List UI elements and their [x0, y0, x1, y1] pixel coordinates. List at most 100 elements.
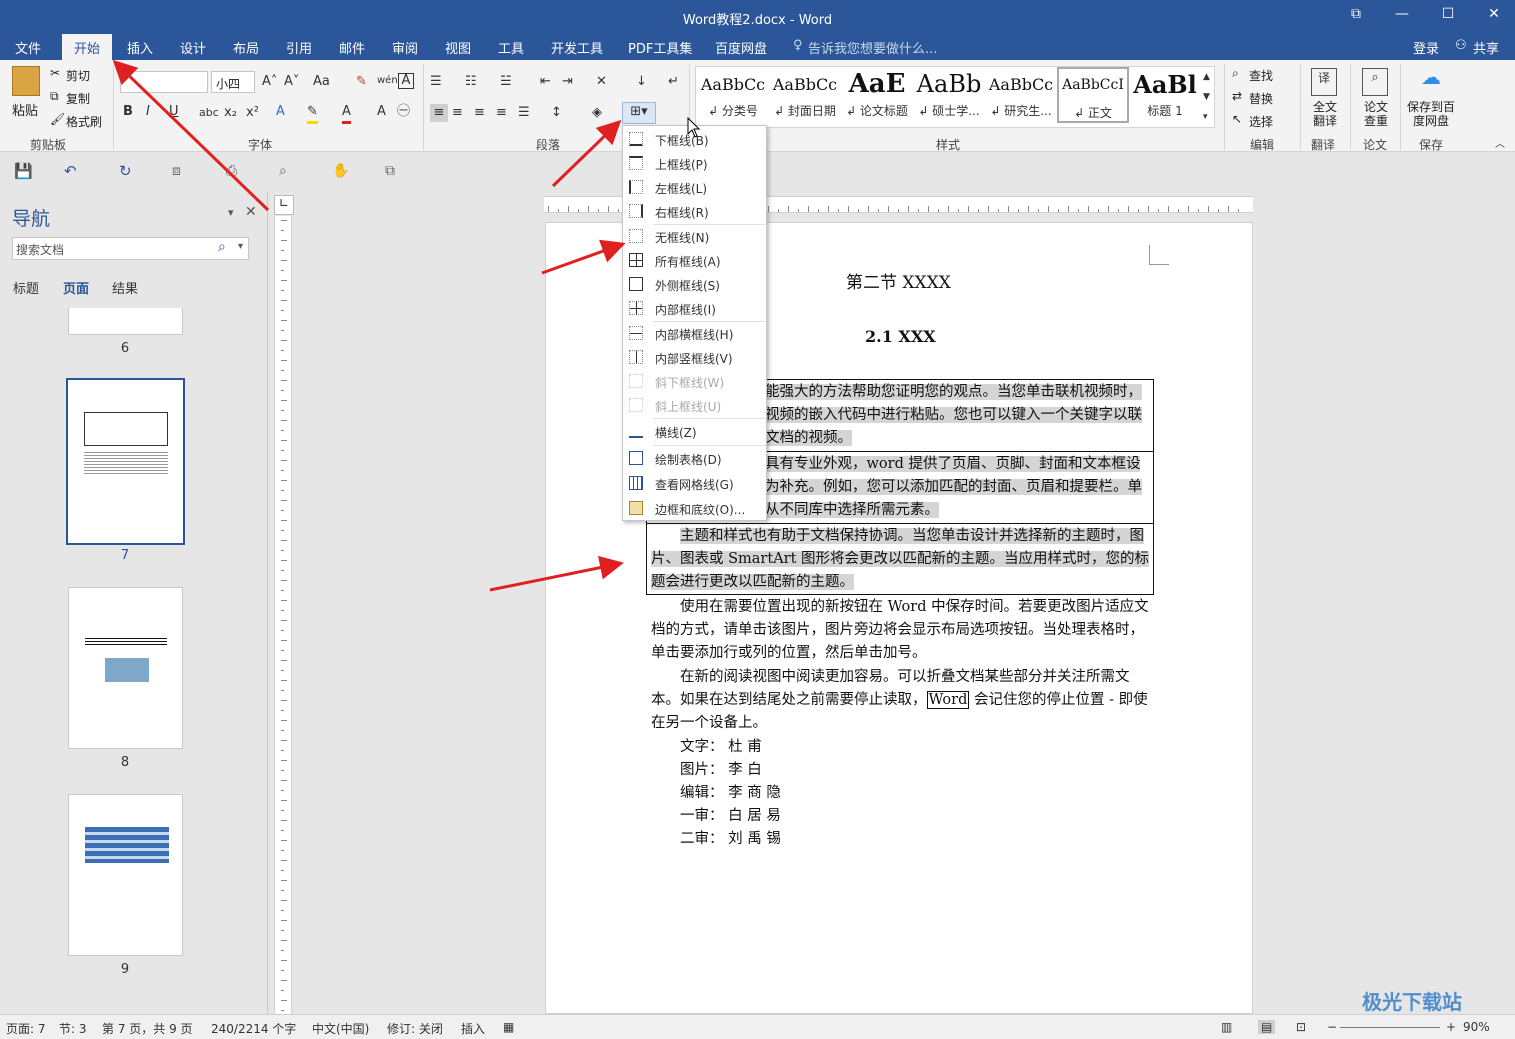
paste-button[interactable]: 粘贴 — [12, 100, 38, 119]
tab-insert[interactable]: 插入 — [127, 38, 153, 57]
tab-selector[interactable]: ∟ — [274, 195, 294, 215]
style-item[interactable]: AaBbCc ↲ 研究生... — [985, 67, 1057, 123]
tab-design[interactable]: 设计 — [180, 38, 206, 57]
status-language[interactable]: 中文(中国) — [312, 1020, 369, 1037]
menu-item-all-borders[interactable]: 所有框线(A) — [623, 249, 766, 272]
undo-icon[interactable]: ↶ — [64, 162, 77, 180]
status-word-count[interactable]: 240/2214 个字 — [211, 1020, 296, 1037]
font-size-select[interactable]: 小四 — [211, 71, 255, 93]
style-item[interactable]: AaBb ↲ 硕士学... — [913, 67, 985, 123]
page-thumbnail[interactable] — [68, 308, 183, 335]
status-section[interactable]: 节: 3 — [59, 1020, 87, 1037]
menu-item-horizontal-line[interactable]: 横线(Z) — [623, 420, 766, 443]
italic-icon[interactable]: I — [146, 103, 150, 121]
tab-view[interactable]: 视图 — [445, 38, 471, 57]
tab-mailings[interactable]: 邮件 — [339, 38, 365, 57]
gallery-up-icon[interactable]: ▲ — [1203, 68, 1210, 86]
redo-icon[interactable]: ↻ — [119, 162, 132, 180]
save-icon[interactable]: 💾 — [14, 162, 33, 180]
share-button[interactable]: 共享 — [1473, 38, 1499, 57]
style-item-selected[interactable]: AaBbCcI ↲ 正文 — [1057, 67, 1129, 123]
decrease-indent-icon[interactable]: ⇤ — [540, 73, 551, 91]
search-input[interactable]: 搜索文档 — [16, 241, 64, 258]
nav-tab-pages[interactable]: 页面 — [63, 278, 89, 297]
align-left-icon[interactable]: ≡ — [430, 104, 448, 122]
ribbon-display-icon[interactable]: ⧉ — [1344, 6, 1368, 26]
style-item[interactable]: AaBl 标题 1 — [1129, 67, 1201, 123]
text-effects-icon[interactable]: A — [276, 103, 285, 121]
nav-options-icon[interactable]: ▾ — [228, 206, 234, 219]
status-insert-mode[interactable]: 插入 — [461, 1020, 485, 1037]
nav-tab-results[interactable]: 结果 — [112, 278, 138, 297]
align-right-icon[interactable]: ≡ — [474, 104, 485, 122]
status-track-changes[interactable]: 修订: 关闭 — [387, 1020, 443, 1037]
grow-font-icon[interactable]: A˄ — [262, 73, 277, 91]
touch-mode-icon[interactable]: ✋ — [332, 162, 349, 180]
tab-pdf[interactable]: PDF工具集 — [628, 38, 692, 57]
menu-item-inside-vertical[interactable]: 内部竖框线(V) — [623, 346, 766, 369]
style-item[interactable]: AaBbCc ↲ 封面日期 — [769, 67, 841, 123]
maximize-icon[interactable]: ☐ — [1436, 6, 1460, 26]
search-icon[interactable]: ⌕ — [218, 239, 226, 255]
menu-item-draw-table[interactable]: 绘制表格(D) — [623, 447, 766, 470]
customize-icon[interactable]: ⧉ — [385, 162, 395, 180]
char-shading-icon[interactable]: A — [377, 103, 386, 121]
paste-icon[interactable] — [12, 66, 40, 96]
tab-tools[interactable]: 工具 — [498, 38, 524, 57]
copy-button[interactable]: 复制 — [66, 90, 90, 107]
print-layout-icon[interactable]: ▤ — [1258, 1020, 1276, 1034]
menu-item-view-gridlines[interactable]: 查看网格线(G) — [623, 472, 766, 495]
full-translate-button[interactable]: 全文翻译 — [1311, 100, 1339, 128]
clear-format-icon[interactable]: ✎ — [356, 73, 367, 91]
tab-review[interactable]: 审阅 — [392, 38, 418, 57]
tab-developer[interactable]: 开发工具 — [551, 38, 603, 57]
tab-baidu[interactable]: 百度网盘 — [715, 38, 767, 57]
font-name-select[interactable] — [120, 71, 208, 93]
justify-icon[interactable]: ≡ — [496, 104, 507, 122]
gallery-more-icon[interactable]: ▾ — [1203, 108, 1208, 126]
tab-references[interactable]: 引用 — [286, 38, 312, 57]
font-color-icon[interactable]: A — [342, 103, 351, 124]
menu-item-borders-shading[interactable]: 边框和底纹(O)... — [623, 497, 766, 520]
close-icon[interactable]: ✕ — [1482, 6, 1506, 26]
macro-icon[interactable]: ▦ — [503, 1020, 514, 1034]
char-border-icon[interactable]: A — [398, 73, 414, 89]
format-painter-button[interactable]: 格式刷 — [66, 113, 102, 130]
superscript-icon[interactable]: x² — [246, 104, 259, 122]
style-item[interactable]: AaBbCc ↲ 分类号 — [697, 67, 769, 123]
line-spacing-icon[interactable]: ↕ — [551, 104, 562, 122]
subscript-icon[interactable]: x₂ — [224, 104, 237, 122]
gallery-down-icon[interactable]: ▼ — [1203, 88, 1210, 106]
menu-item-top-border[interactable]: 上框线(P) — [623, 152, 766, 175]
nav-tab-headings[interactable]: 标题 — [13, 278, 39, 297]
shading-icon[interactable]: ◈ — [592, 104, 602, 122]
bullets-icon[interactable]: ☰ — [430, 73, 442, 91]
tab-home[interactable]: 开始 — [62, 34, 113, 60]
tell-me-box[interactable]: 告诉我您想要做什么... — [808, 38, 937, 57]
show-marks-icon[interactable]: ↵ — [668, 73, 679, 91]
status-page[interactable]: 页面: 7 — [6, 1020, 46, 1037]
strikethrough-icon[interactable]: abc — [199, 104, 219, 122]
menu-item-inside-horizontal[interactable]: 内部横框线(H) — [623, 322, 766, 345]
status-page-of[interactable]: 第 7 页，共 9 页 — [102, 1020, 193, 1037]
page-thumbnail[interactable] — [68, 587, 183, 749]
replace-button[interactable]: 替换 — [1249, 90, 1273, 107]
shrink-font-icon[interactable]: A˅ — [284, 73, 299, 91]
cut-button[interactable]: 剪切 — [66, 67, 90, 84]
underline-icon[interactable]: U — [169, 103, 179, 121]
find-button[interactable]: 查找 — [1249, 67, 1273, 84]
chinese-layout-icon[interactable]: ✕ — [596, 73, 607, 91]
search-dropdown-icon[interactable]: ▾ — [238, 241, 243, 252]
web-layout-icon[interactable]: ⊡ — [1296, 1020, 1306, 1034]
borders-button[interactable]: ⊞▾ — [622, 102, 656, 124]
zoom-level[interactable]: 90% — [1463, 1020, 1490, 1034]
menu-item-left-border[interactable]: 左框线(L) — [623, 176, 766, 199]
phonetic-guide-icon[interactable]: wén — [377, 72, 398, 90]
read-mode-icon[interactable]: ⧈ — [172, 162, 181, 180]
print-preview-icon[interactable]: ⌕ — [279, 162, 287, 180]
style-item[interactable]: AaE ↲ 论文标题 — [841, 67, 913, 123]
nav-close-icon[interactable]: ✕ — [245, 204, 257, 220]
tab-file[interactable]: 文件 — [15, 38, 41, 57]
bold-icon[interactable]: B — [123, 103, 133, 121]
menu-item-right-border[interactable]: 右框线(R) — [623, 200, 766, 223]
